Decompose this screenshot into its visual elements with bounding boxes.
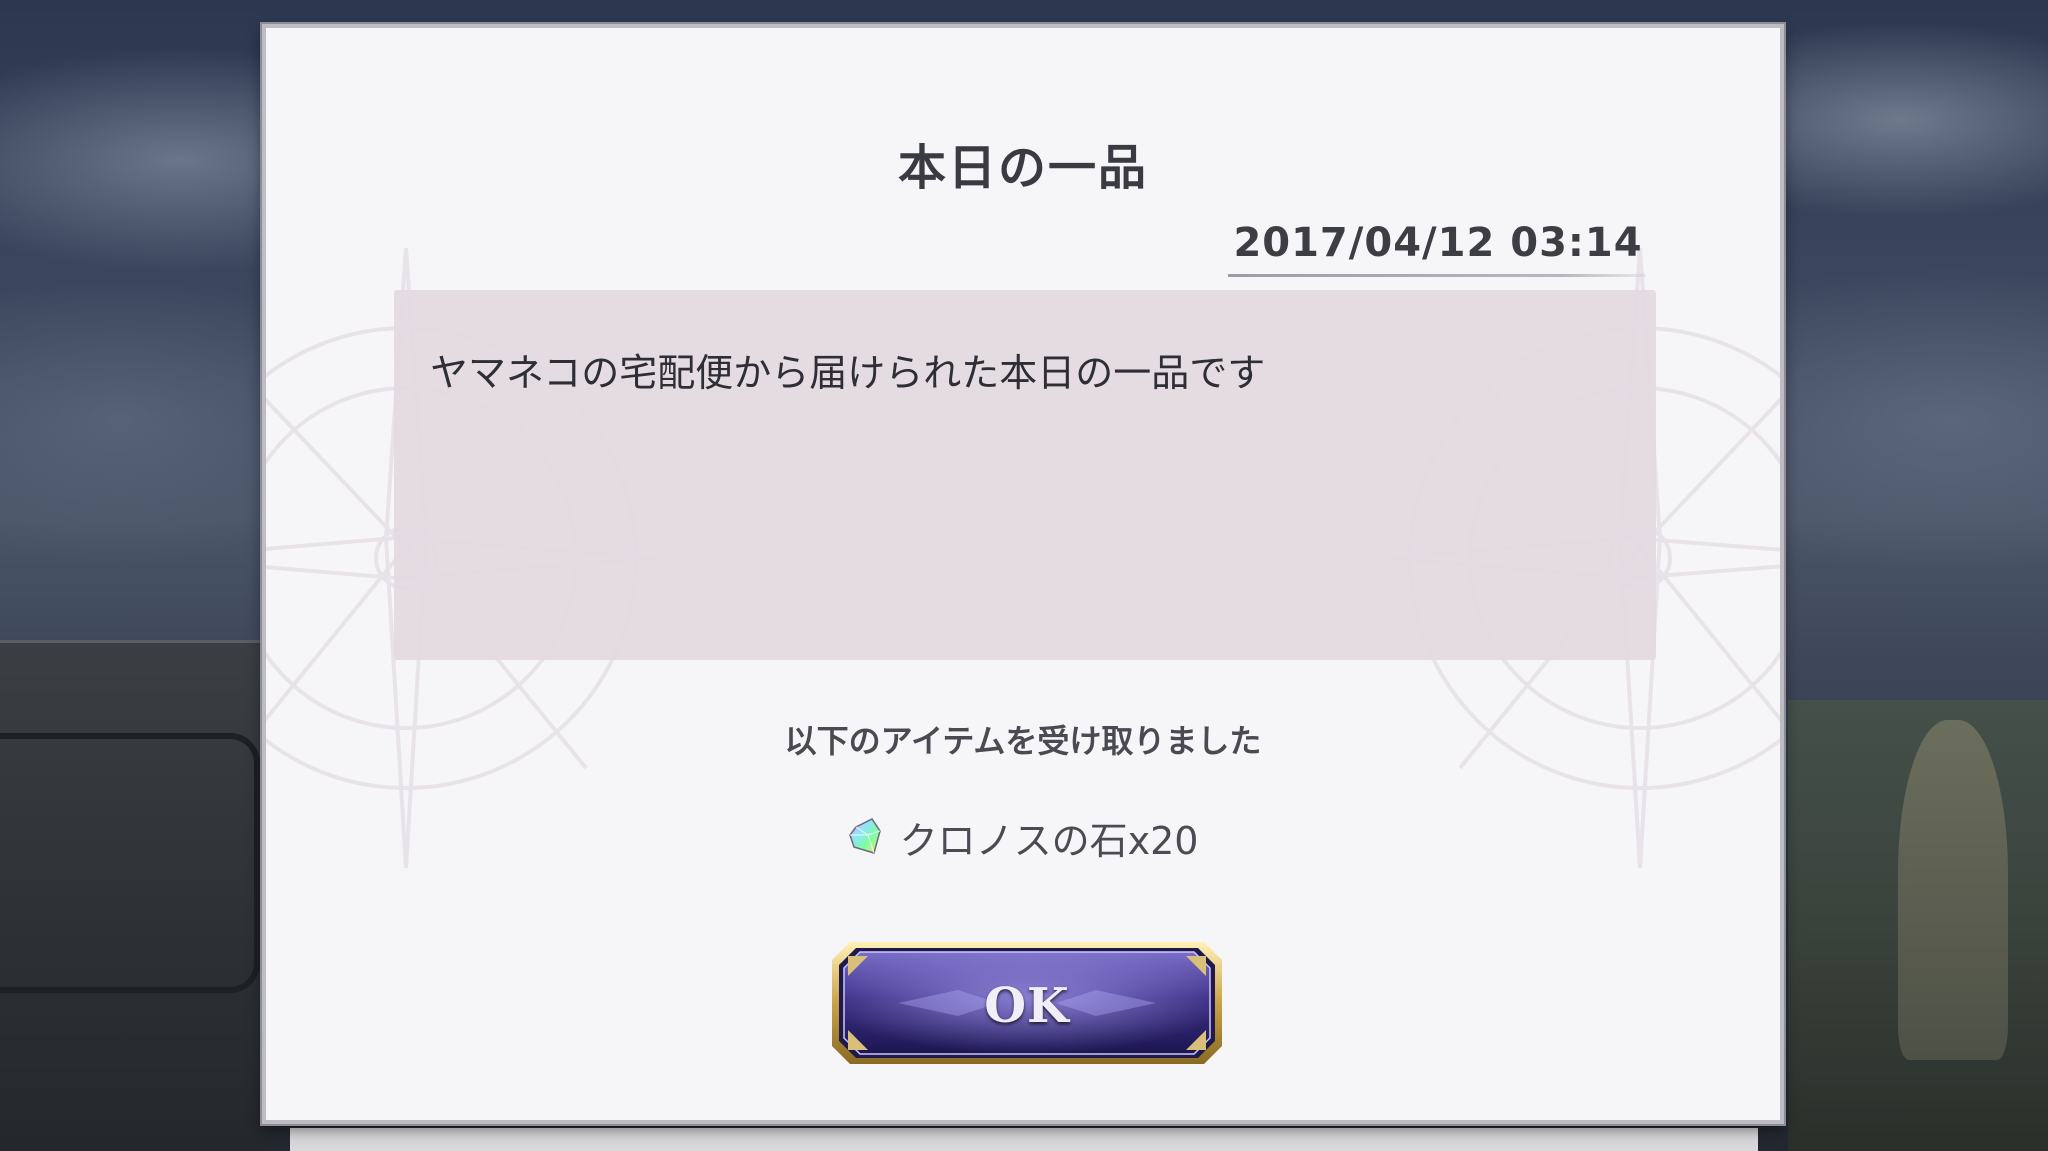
dialog-date: 2017/04/12 03:14 bbox=[1233, 220, 1643, 266]
dialog-title: 本日の一品 bbox=[897, 140, 1148, 196]
background-panel-edge bbox=[290, 1128, 1758, 1151]
background-structure bbox=[0, 640, 270, 1151]
message-text: ヤマネコの宅配便から届けられた本日の一品です bbox=[430, 351, 1266, 395]
ok-button-label: OK bbox=[984, 978, 1070, 1034]
reward-item: クロノスの石x20 bbox=[266, 812, 1780, 863]
background-cliff bbox=[1898, 720, 2008, 1060]
received-label: 以下のアイテムを受け取りました bbox=[784, 722, 1262, 760]
item-name: クロノスの石x20 bbox=[899, 818, 1199, 863]
chronos-stone-icon bbox=[848, 818, 881, 854]
ok-button[interactable]: OK bbox=[828, 938, 1226, 1068]
daily-item-dialog: 本日の一品 2017/04/12 03:14 ヤマネコの宅配便から届けられた本日… bbox=[262, 24, 1784, 1124]
date-underline bbox=[1228, 274, 1646, 277]
message-box: ヤマネコの宅配便から届けられた本日の一品です bbox=[394, 290, 1656, 660]
